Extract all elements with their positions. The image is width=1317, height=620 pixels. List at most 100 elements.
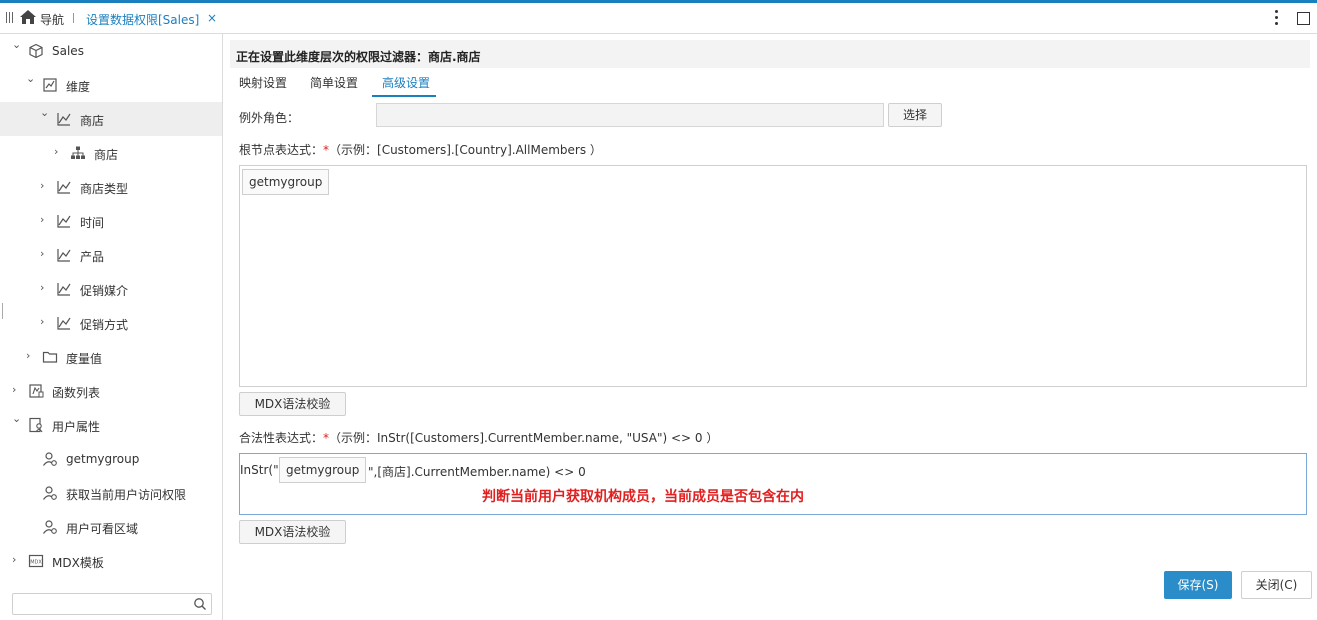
function-icon: [29, 384, 44, 398]
root-expr-hint: （示例：[Customers].[Country].AllMembers ）: [329, 143, 602, 157]
tab-set-data-permission[interactable]: 设置数据权限[Sales]: [86, 11, 199, 28]
sidebar-item-label: 获取当前用户访问权限: [66, 488, 187, 502]
sidebar-item-15[interactable]: › MDX MDX模板: [0, 544, 222, 578]
sidebar-item-12[interactable]: getmygroup: [0, 442, 222, 476]
more-options-icon[interactable]: [1275, 10, 1279, 26]
chevron-right-icon[interactable]: ›: [12, 384, 22, 395]
sidebar-item-2[interactable]: ⌄ 商店: [0, 102, 222, 136]
chart-line-icon: [57, 249, 71, 262]
sidebar-item-4[interactable]: › 商店类型: [0, 170, 222, 204]
sidebar-item-10[interactable]: › 函数列表: [0, 374, 222, 408]
exception-role-input[interactable]: [376, 103, 884, 127]
sidebar-item-label: 商店类型: [80, 182, 129, 196]
sidebar-item-9[interactable]: › 度量值: [0, 340, 222, 374]
chevron-right-icon[interactable]: ›: [12, 554, 22, 565]
sidebar-item-label: 用户可看区域: [66, 522, 139, 536]
dimension-icon: [43, 78, 57, 92]
close-button[interactable]: 关闭(C): [1241, 571, 1312, 599]
sidebar-item-label: MDX模板: [52, 556, 104, 570]
expr-chip-getmygroup[interactable]: getmygroup: [279, 457, 367, 483]
sidebar-item-5[interactable]: › 时间: [0, 204, 222, 238]
annotation-note: 判断当前用户获取机构成员，当前成员是否包含在内: [482, 489, 804, 505]
mdx-icon: MDX: [28, 554, 44, 568]
tab-advanced[interactable]: 高级设置: [372, 74, 437, 97]
chart-line-icon: [57, 113, 71, 126]
chevron-down-icon[interactable]: ⌄: [12, 413, 22, 424]
sidebar-item-1[interactable]: ⌄ 维度: [0, 68, 222, 102]
maximize-icon[interactable]: [1297, 12, 1310, 25]
chevron-down-icon[interactable]: ⌄: [12, 39, 22, 50]
sidebar-item-label: 促销媒介: [80, 284, 129, 298]
tab-bar: 导航 设置数据权限[Sales] ×: [0, 3, 1317, 34]
home-icon[interactable]: [19, 9, 37, 25]
sidebar-item-label: 商店: [80, 114, 105, 128]
expr-suffix: ",[商店].CurrentMember.name) <> 0: [368, 465, 586, 479]
sidebar-tree: ⌄ Sales ⌄ 维度 ⌄ 商店 › 商店 › 商店类型 › 时间 › 产品 › 促销媒介 › 促销方式 › 度量值…: [0, 34, 223, 620]
sidebar-item-11[interactable]: ⌄ 用户属性: [0, 408, 222, 442]
chevron-right-icon[interactable]: ›: [40, 248, 50, 259]
filter-title-bar: 正在设置此维度层次的权限过滤器：商店.商店: [230, 40, 1310, 68]
sidebar-item-6[interactable]: › 产品: [0, 238, 222, 272]
chart-line-icon: [57, 181, 71, 194]
exception-role-label: 例外角色：: [239, 111, 300, 125]
chevron-right-icon[interactable]: ›: [40, 214, 50, 225]
sidebar-item-7[interactable]: › 促销媒介: [0, 272, 222, 306]
chart-line-icon: [57, 215, 71, 228]
sidebar-item-label: 产品: [80, 250, 105, 264]
search-input[interactable]: [12, 593, 212, 615]
save-button[interactable]: 保存(S): [1164, 571, 1232, 599]
sidebar-item-label: 促销方式: [80, 318, 129, 332]
expr-chip-getmygroup[interactable]: getmygroup: [242, 169, 330, 195]
sidebar-item-13[interactable]: 获取当前用户访问权限: [0, 476, 222, 510]
menu-grip-icon[interactable]: [6, 12, 15, 24]
svg-text:MDX: MDX: [30, 560, 42, 566]
sidebar-item-label: 时间: [80, 216, 105, 230]
chevron-right-icon[interactable]: ›: [40, 180, 50, 191]
root-expr-label: 根节点表达式：*（示例：[Customers].[Country].AllMem…: [239, 141, 602, 158]
chart-line-icon: [57, 283, 71, 296]
tab-close-button[interactable]: ×: [207, 11, 217, 25]
chevron-right-icon[interactable]: ›: [40, 316, 50, 327]
chevron-down-icon[interactable]: ⌄: [40, 107, 50, 118]
sidebar-item-label: getmygroup: [66, 452, 140, 466]
sidebar-item-14[interactable]: 用户可看区域: [0, 510, 222, 544]
folder-icon: [42, 351, 58, 363]
user-property-icon: [29, 417, 43, 433]
user-gear-icon: [43, 520, 57, 534]
tab-simple[interactable]: 简单设置: [310, 74, 358, 95]
sidebar-item-0[interactable]: ⌄ Sales: [0, 34, 222, 68]
legal-expr-hint: （示例：InStr([Customers].CurrentMember.name…: [329, 431, 719, 445]
main-panel: 正在设置此维度层次的权限过滤器：商店.商店 映射设置 简单设置 高级设置 例外角…: [224, 34, 1317, 620]
tab-separator: [73, 13, 74, 23]
page-title: 正在设置此维度层次的权限过滤器：商店.商店: [236, 50, 481, 64]
mdx-validate-button[interactable]: MDX语法校验: [239, 392, 346, 416]
hierarchy-icon: [71, 146, 85, 159]
chevron-down-icon[interactable]: ⌄: [26, 73, 36, 84]
chevron-right-icon[interactable]: ›: [26, 350, 36, 361]
legal-expr-label: 合法性表达式：*（示例：InStr([Customers].CurrentMem…: [239, 429, 718, 446]
expr-prefix: InStr(": [240, 463, 279, 477]
select-button[interactable]: 选择: [888, 103, 942, 127]
nav-tab[interactable]: 导航: [40, 11, 64, 28]
chevron-right-icon[interactable]: ›: [40, 282, 50, 293]
sidebar-item-label: 函数列表: [52, 386, 101, 400]
chart-line-icon: [57, 317, 71, 330]
chevron-right-icon[interactable]: ›: [54, 146, 64, 157]
legal-expr-editor[interactable]: InStr(" getmygroup ",[商店].CurrentMember.…: [239, 453, 1307, 515]
tab-mapping[interactable]: 映射设置: [239, 74, 287, 95]
root-expr-editor[interactable]: getmygroup: [239, 165, 1307, 387]
sidebar-item-3[interactable]: › 商店: [0, 136, 222, 170]
sidebar-item-label: 商店: [94, 148, 119, 162]
cube-icon: [29, 43, 43, 59]
mdx-validate-button[interactable]: MDX语法校验: [239, 520, 346, 544]
sidebar-item-8[interactable]: › 促销方式: [0, 306, 222, 340]
sidebar-item-label: Sales: [52, 44, 84, 58]
sidebar-item-label: 用户属性: [52, 420, 101, 434]
user-gear-icon: [43, 452, 57, 466]
sidebar-item-label: 度量值: [66, 352, 103, 366]
sidebar-item-label: 维度: [66, 80, 91, 94]
user-gear-icon: [43, 486, 57, 500]
legal-expr-label-text: 合法性表达式：: [239, 431, 324, 445]
root-expr-label-text: 根节点表达式：: [239, 143, 324, 157]
search-icon[interactable]: [193, 597, 207, 611]
